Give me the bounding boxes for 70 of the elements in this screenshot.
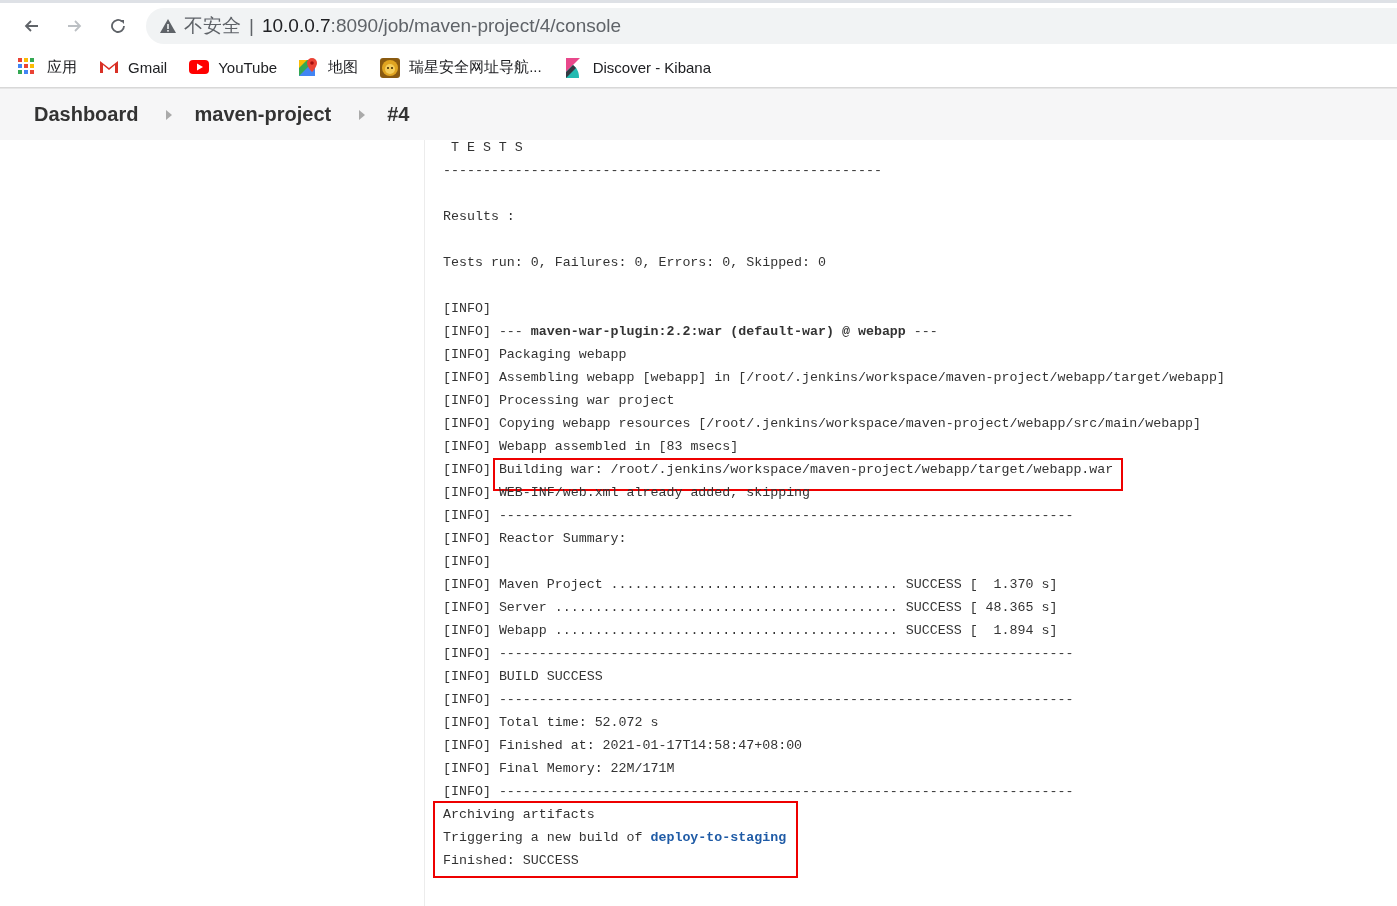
- bookmark-link[interactable]: YouTube: [189, 53, 284, 82]
- address-bar[interactable]: 不安全 | 10.0.0.7:8090/job/maven-project/4/console: [146, 7, 1397, 44]
- log-line: Processing war project: [498, 393, 675, 408]
- log-prefix: [INFO]: [443, 646, 491, 661]
- log-line: T E S T S: [449, 140, 523, 155]
- log-line: Finished at: 2021-01-17T14:58:47+08:00: [498, 738, 803, 753]
- url-text: 10.0.0.7:8090/job/maven-project/4/console: [261, 14, 622, 37]
- log-line: ------------------------------------------------------------------------: [498, 784, 1074, 799]
- log-line: Reactor Summary:: [498, 531, 627, 546]
- bookmark-link[interactable]: 瑞星安全网址导航...: [380, 53, 548, 82]
- log-line: Assembling webapp [webapp] in [/root/.jenkins/workspace/maven-project/webapp/target/webapp]: [498, 370, 1225, 385]
- log-prefix: [INFO]: [443, 577, 491, 592]
- log-line: Triggering a new build of deploy-to-staging: [443, 830, 787, 845]
- log-prefix: [INFO]: [443, 600, 491, 615]
- breadcrumb-link[interactable]: Dashboard: [34, 103, 139, 126]
- forward-arrow-icon: [67, 18, 83, 33]
- log-prefix: [INFO]: [443, 301, 491, 316]
- url-separator: |: [249, 14, 254, 37]
- log-line: Final Memory: 22M/171M: [498, 761, 675, 776]
- security-label: 不安全: [184, 13, 241, 38]
- chevron-icon: [166, 109, 173, 120]
- log-prefix: [INFO]: [443, 508, 491, 523]
- log-prefix: [INFO]: [443, 370, 491, 385]
- log-line: --- maven-war-plugin:2.2:war (default-war) @ webapp ---: [498, 324, 938, 339]
- log-line: ------------------------------------------------------------------------: [498, 646, 1074, 661]
- log-prefix: [INFO]: [443, 462, 491, 477]
- log-line: Results :: [443, 209, 515, 224]
- log-prefix: [INFO]: [443, 761, 491, 776]
- log-prefix: [INFO]: [443, 347, 491, 362]
- log-line: Copying webapp resources [/root/.jenkins/workspace/maven-project/webapp/src/main/webapp]: [498, 416, 1202, 431]
- log-prefix: [INFO]: [443, 485, 491, 500]
- log-prefix: [INFO]: [443, 669, 491, 684]
- breadcrumb-link[interactable]: #4: [387, 103, 410, 126]
- log-line: Tests run: 0, Failures: 0, Errors: 0, Skipped: 0: [443, 255, 826, 270]
- log-line: Packaging webapp: [498, 347, 627, 362]
- log-prefix: [INFO]: [443, 554, 491, 569]
- map-pin-icon: [299, 57, 320, 78]
- log-prefix: [INFO]: [443, 784, 491, 799]
- log-prefix: [INFO]: [443, 715, 491, 730]
- log-line: Total time: 52.072 s: [498, 715, 659, 730]
- log-prefix: [INFO]: [443, 738, 491, 753]
- warning-icon: [160, 18, 176, 33]
- bookmark-link[interactable]: Gmail: [99, 53, 174, 82]
- chevron-icon: [359, 109, 366, 120]
- log-line: Building war: /root/.jenkins/workspace/maven-project/webapp/target/webapp.war: [498, 462, 1114, 477]
- lion-head-icon: [380, 57, 401, 78]
- log-prefix: [INFO]: [443, 324, 491, 339]
- log-prefix: [INFO]: [443, 531, 491, 546]
- log-line: ------------------------------------------------------------------------: [498, 692, 1074, 707]
- back-arrow-icon: [23, 18, 39, 33]
- breadcrumb-link[interactable]: maven-project: [194, 103, 332, 126]
- log-line: Webapp assembled in [83 msecs]: [498, 439, 739, 454]
- job-link[interactable]: deploy-to-staging: [650, 830, 787, 845]
- log-line: Server ........................................... SUCCESS [ 48.365 s]: [498, 600, 1058, 615]
- log-prefix: [INFO]: [443, 393, 491, 408]
- reload-icon: [111, 18, 127, 33]
- log-prefix: [INFO]: [443, 623, 491, 638]
- log-line: -------------------------------------------------------: [443, 163, 882, 178]
- log-line: Webapp ........................................... SUCCESS [ 1.894 s]: [498, 623, 1058, 638]
- log-line: Maven Project .................................... SUCCESS [ 1.370 s]: [498, 577, 1058, 592]
- bookmark-link[interactable]: 应用: [18, 53, 83, 82]
- log-prefix: [INFO]: [443, 439, 491, 454]
- bookmark-link[interactable]: Discover - Kibana: [563, 53, 718, 82]
- log-line: Finished: SUCCESS: [443, 853, 579, 868]
- log-line: ------------------------------------------------------------------------: [498, 508, 1074, 523]
- bookmark-link[interactable]: 地图: [299, 53, 365, 82]
- log-line: BUILD SUCCESS: [498, 669, 603, 684]
- log-line: Archiving artifacts: [443, 807, 595, 822]
- log-prefix: [INFO]: [443, 416, 491, 431]
- log-prefix: [INFO]: [443, 692, 491, 707]
